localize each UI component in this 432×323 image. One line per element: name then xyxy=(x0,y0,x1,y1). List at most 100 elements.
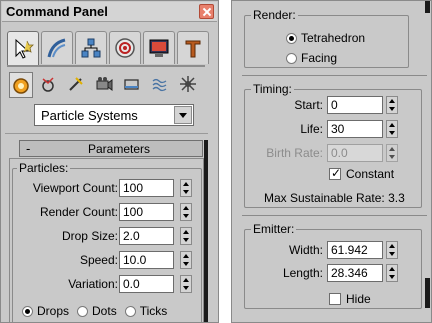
hide-option: Hide xyxy=(329,291,371,307)
width-input[interactable]: 61.942 xyxy=(327,241,383,259)
drop-size-spinner[interactable] xyxy=(180,227,192,245)
scrollbar-thumb-top[interactable] xyxy=(425,1,430,13)
viewport-count-input[interactable]: 100 xyxy=(119,179,174,197)
viewport-count-label: Viewport Count: xyxy=(32,181,118,195)
timing-group-label: Timing: xyxy=(251,82,294,96)
length-label: Length: xyxy=(282,266,323,280)
render-count-row: Render Count: 100 xyxy=(10,203,204,223)
chevron-down-icon[interactable] xyxy=(174,106,192,124)
shapes-icon xyxy=(42,77,54,92)
rollout-collapse-toggle[interactable]: - xyxy=(26,141,30,156)
drop-size-input[interactable]: 2.0 xyxy=(119,227,174,245)
facing-radio-label: Facing xyxy=(301,51,338,65)
lights-icon xyxy=(69,77,83,91)
geometry-button[interactable] xyxy=(9,72,33,98)
dots-radio-label: Dots xyxy=(92,304,117,318)
constant-option: Constant xyxy=(329,166,394,182)
motion-icon xyxy=(115,38,135,58)
command-panel: Command Panel Particle Systems - Paramet… xyxy=(0,0,219,323)
length-input[interactable]: 28.346 xyxy=(327,264,383,282)
command-panel-titlebar[interactable]: Command Panel xyxy=(2,2,217,22)
life-row: Life: 30 xyxy=(232,120,427,140)
systems-button[interactable] xyxy=(177,72,201,98)
category-dropdown-value: Particle Systems xyxy=(41,108,138,123)
display-icon xyxy=(149,39,169,57)
max-sustainable-rate-text: Max Sustainable Rate: 3.3 xyxy=(264,191,405,205)
birth-rate-label: Birth Rate: xyxy=(266,146,323,160)
utilities-icon xyxy=(185,40,201,58)
cameras-button[interactable] xyxy=(93,72,117,98)
birth-rate-row: Birth Rate: 0.0 xyxy=(232,144,427,164)
length-row: Length: 28.346 xyxy=(232,264,427,284)
speed-spinner[interactable] xyxy=(180,251,192,269)
width-spinner[interactable] xyxy=(386,241,398,259)
category-dropdown[interactable]: Particle Systems xyxy=(34,104,194,126)
render-count-spinner[interactable] xyxy=(180,203,192,221)
section-divider xyxy=(5,133,208,134)
viewport-count-spinner[interactable] xyxy=(180,179,192,197)
scrollbar-thumb[interactable] xyxy=(204,140,208,322)
section-divider xyxy=(242,215,427,216)
tab-hierarchy[interactable] xyxy=(75,31,107,64)
variation-input[interactable]: 0.0 xyxy=(119,275,174,293)
render-count-label: Render Count: xyxy=(39,205,118,219)
tetrahedron-option: Tetrahedron xyxy=(286,30,373,46)
tab-modify[interactable] xyxy=(41,31,73,64)
close-button[interactable] xyxy=(199,4,214,19)
render-count-input[interactable]: 100 xyxy=(119,203,174,221)
hide-checkbox[interactable] xyxy=(329,293,341,305)
start-label: Start: xyxy=(294,98,323,112)
start-row: Start: 0 xyxy=(232,96,427,116)
tetrahedron-radio[interactable] xyxy=(286,32,297,44)
speed-label: Speed: xyxy=(79,253,118,267)
speed-row: Speed: 10.0 xyxy=(10,251,204,271)
start-spinner[interactable] xyxy=(386,96,398,114)
emitter-group-label: Emitter: xyxy=(251,222,297,236)
parameters-rollout-header[interactable]: - Parameters xyxy=(19,140,203,157)
shapes-button[interactable] xyxy=(37,72,61,98)
life-spinner[interactable] xyxy=(386,120,398,138)
ticks-radio[interactable] xyxy=(124,305,136,317)
tab-create[interactable] xyxy=(7,31,39,67)
command-panel-title: Command Panel xyxy=(6,4,108,19)
tab-utilities[interactable] xyxy=(177,31,209,64)
start-input[interactable]: 0 xyxy=(327,96,383,114)
parameters-continued-panel: Render: Tetrahedron Facing Timing: Start… xyxy=(231,0,432,323)
cameras-icon xyxy=(96,77,113,91)
speed-input[interactable]: 10.0 xyxy=(119,251,174,269)
variation-spinner[interactable] xyxy=(180,275,192,293)
display-mode-radios: Drops Dots Ticks xyxy=(22,303,175,319)
life-input[interactable]: 30 xyxy=(327,120,383,138)
drops-radio[interactable] xyxy=(22,305,33,317)
length-spinner[interactable] xyxy=(386,264,398,282)
tabs-divider xyxy=(7,65,205,67)
drops-radio-label: Drops xyxy=(37,304,70,318)
birth-rate-input: 0.0 xyxy=(327,144,383,162)
geometry-icon xyxy=(13,78,29,94)
create-icon xyxy=(15,38,34,59)
helpers-button[interactable] xyxy=(121,72,145,98)
facing-radio[interactable] xyxy=(286,52,297,64)
constant-checkbox[interactable] xyxy=(329,166,341,180)
width-label: Width: xyxy=(288,243,323,257)
life-label: Life: xyxy=(300,122,323,136)
command-panel-tabs xyxy=(7,31,209,67)
tetrahedron-radio-label: Tetrahedron xyxy=(301,31,366,45)
tab-display[interactable] xyxy=(143,31,175,64)
viewport-count-row: Viewport Count: 100 xyxy=(10,179,204,199)
space-warps-button[interactable] xyxy=(149,72,173,98)
section-divider xyxy=(242,75,427,76)
variation-row: Variation: 0.0 xyxy=(10,275,204,295)
dots-radio[interactable] xyxy=(77,305,89,317)
width-row: Width: 61.942 xyxy=(232,241,427,261)
max-rate-row: Max Sustainable Rate: 3.3 xyxy=(264,189,429,209)
hide-label: Hide xyxy=(346,292,371,306)
render-group-label: Render: xyxy=(251,8,298,22)
birth-rate-spinner xyxy=(386,144,398,162)
lights-button[interactable] xyxy=(65,72,89,98)
ticks-radio-label: Ticks xyxy=(139,304,168,318)
tab-motion[interactable] xyxy=(109,31,141,64)
constant-label: Constant xyxy=(346,167,395,181)
particles-group-label: Particles: xyxy=(17,161,71,175)
variation-label: Variation: xyxy=(68,277,118,291)
